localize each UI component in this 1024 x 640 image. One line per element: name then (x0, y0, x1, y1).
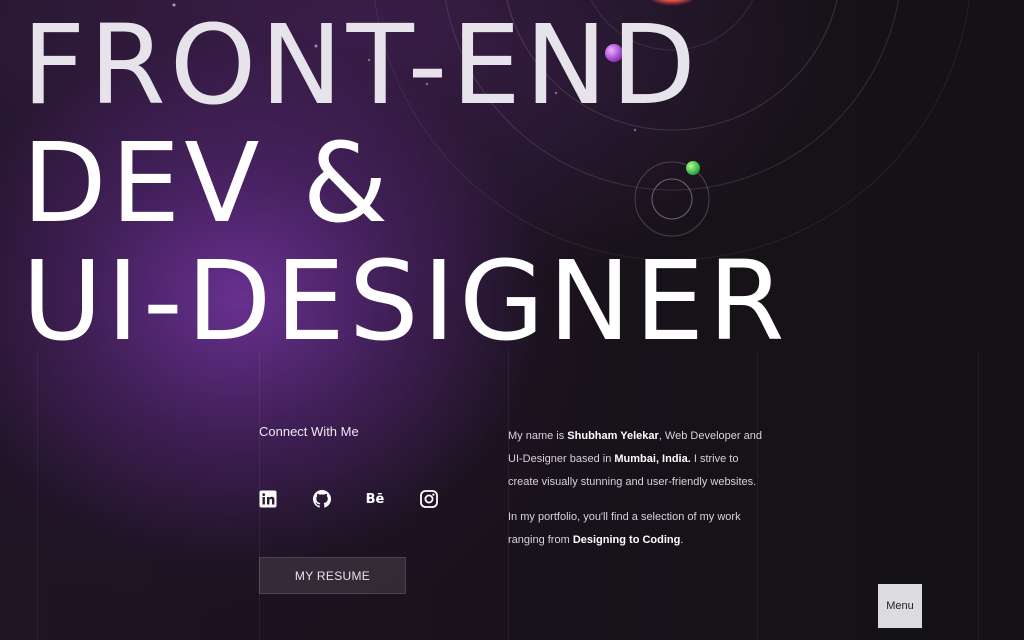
linkedin-link[interactable] (257, 488, 279, 510)
bio-location: Mumbai, India. (614, 453, 691, 465)
bio-text-segment: . (680, 534, 684, 546)
bio-highlight: Designing to Coding (572, 534, 681, 546)
bio-paragraph-2: In my portfolio, you'll find a selection… (508, 506, 768, 552)
linkedin-icon (259, 490, 277, 508)
github-icon (313, 490, 331, 508)
resume-button[interactable]: MY RESUME (259, 557, 406, 594)
hero-line-1: FRONT-END (22, 1, 700, 129)
instagram-icon (420, 490, 438, 508)
menu-button[interactable]: Menu (878, 584, 922, 628)
hero-line-2: DEV & (22, 119, 393, 247)
behance-icon: Bē (365, 491, 385, 507)
bio-text-segment: My name is (508, 430, 568, 442)
hero-heading: FRONT-END DEV & UI-DESIGNER (22, 6, 789, 360)
connect-title: Connect With Me (259, 424, 359, 439)
hero-line-3: UI-DESIGNER (22, 237, 789, 365)
github-link[interactable] (311, 488, 333, 510)
bio-name: Shubham Yelekar (567, 430, 659, 442)
instagram-link[interactable] (418, 488, 440, 510)
bio-text: My name is Shubham Yelekar, Web Develope… (508, 425, 768, 564)
behance-link[interactable]: Bē (364, 488, 386, 510)
bio-paragraph-1: My name is Shubham Yelekar, Web Develope… (508, 425, 768, 494)
